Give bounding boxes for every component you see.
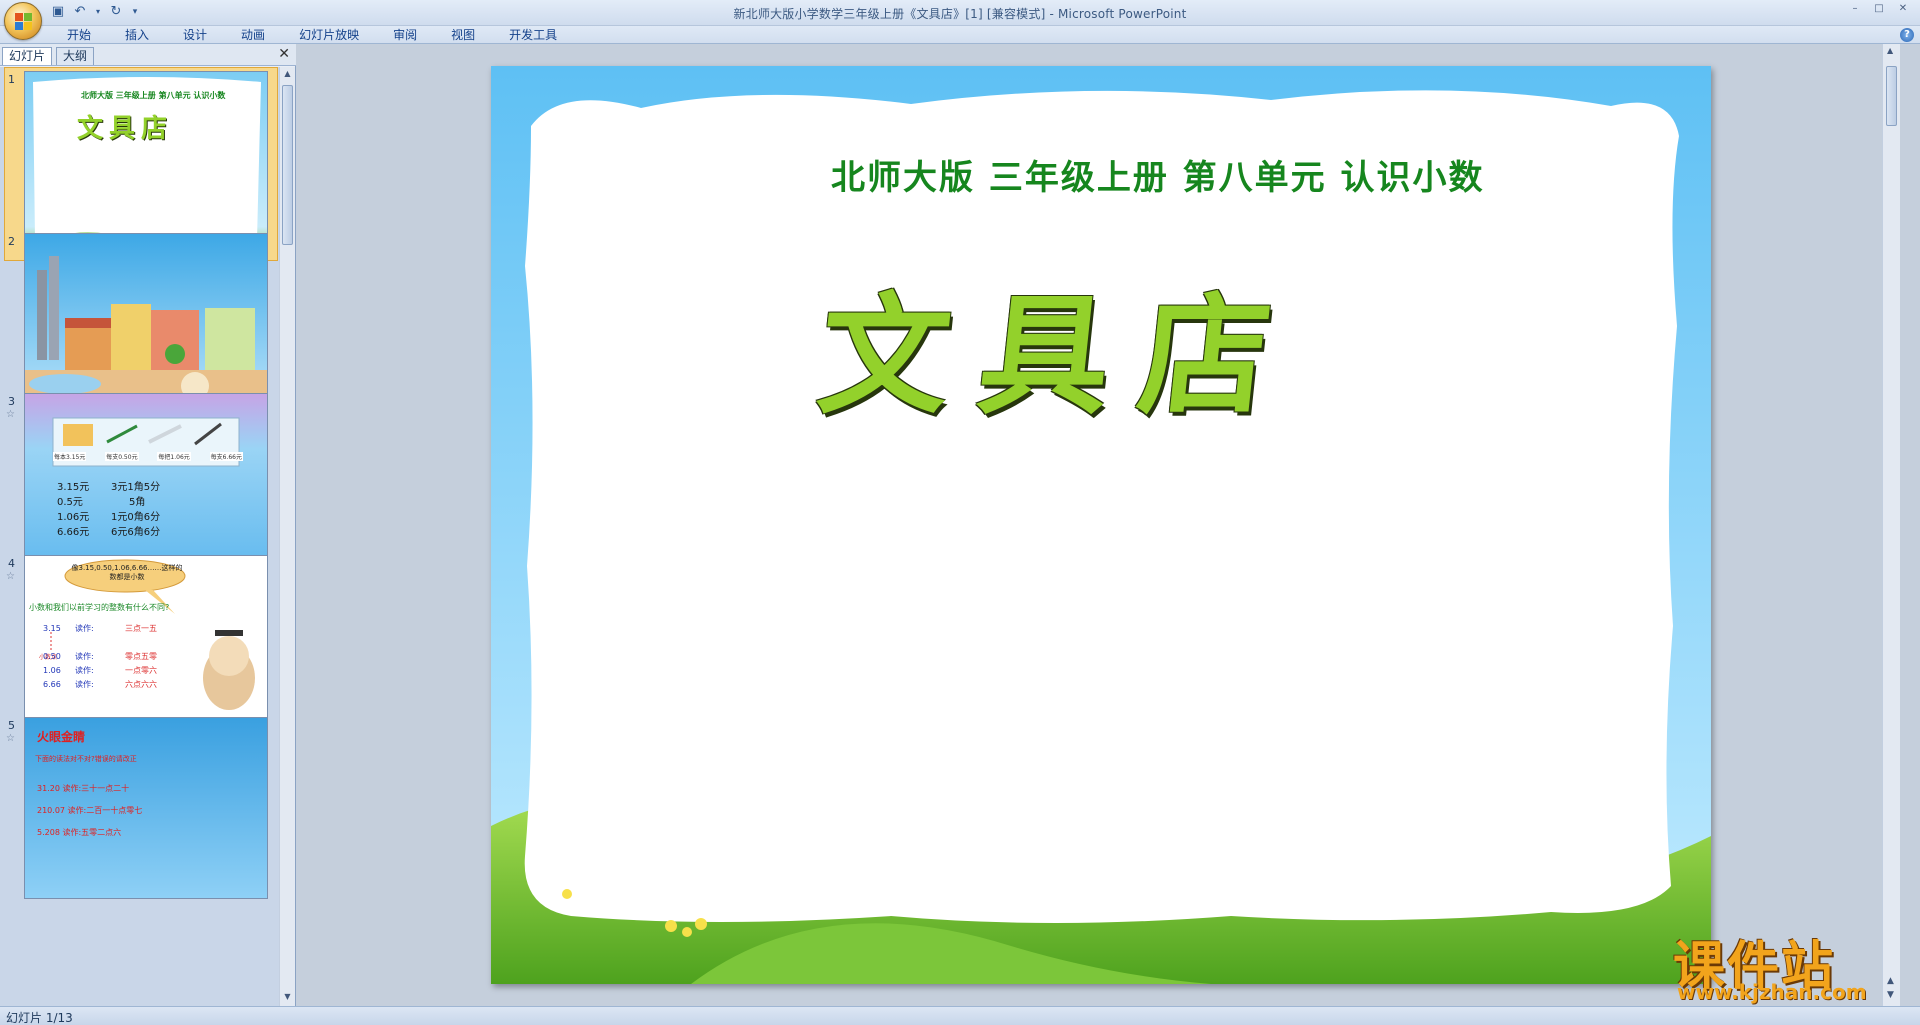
- decimal-reading: 6元6角6分: [111, 527, 161, 538]
- price-tag: 每本3.15元: [53, 452, 87, 461]
- slide-3-thumbnail[interactable]: 每本3.15元 每支0.50元 每把1.06元 每支6.66元 3.15元 3元1…: [24, 393, 268, 575]
- ribbon-tabs-bar: 开始 插入 设计 动画 幻灯片放映 审阅 视图 开发工具 ?: [0, 26, 1920, 44]
- decimal-value: 3.15: [43, 624, 61, 633]
- animation-star-icon: ☆: [6, 571, 15, 582]
- exercise-line: 5.208 读作:五零二点六: [37, 828, 122, 837]
- decimal-reading: 三点一五: [125, 624, 157, 633]
- price-tag: 每把1.06元: [157, 452, 191, 461]
- slide-5-heading: 火眼金睛: [37, 730, 86, 744]
- slide-number: 2: [8, 235, 15, 248]
- price-tag: 每支6.66元: [209, 452, 243, 461]
- decimal-reading: 六点六六: [125, 680, 157, 689]
- ribbon-tabs: 开始 插入 设计 动画 幻灯片放映 审阅 视图 开发工具: [50, 28, 574, 42]
- office-button[interactable]: [4, 2, 42, 40]
- window-title: 新北师大版小学数学三年级上册《文具店》[1] [兼容模式] - Microsof…: [733, 7, 1187, 21]
- decimal-reading: 一点零六: [125, 666, 157, 675]
- slide-5-prompt: 下面的读法对不对?错误的请改正: [35, 755, 137, 763]
- decimal-value: 1.06元: [57, 512, 90, 523]
- minimize-icon[interactable]: –: [1844, 2, 1866, 16]
- slide-2-thumbnail[interactable]: [24, 233, 268, 415]
- exercise-line: 210.07 读作:二百一十点零七: [37, 806, 143, 815]
- decimal-value: 6.66: [43, 680, 61, 689]
- slide-number: 5: [8, 719, 15, 732]
- tab-home[interactable]: 开始: [50, 28, 108, 42]
- tab-view[interactable]: 视图: [434, 28, 492, 42]
- slide-editor: 北师大版 三年级上册 第八单元 认识小数 文具店 ▲ ▲ ▼ 课件站 www.k…: [297, 44, 1900, 1006]
- decimal-value: 0.50: [43, 652, 61, 661]
- slide-1-thumbnail[interactable]: 北师大版 三年级上册 第八单元 认识小数 文具店: [24, 71, 268, 253]
- help-icon[interactable]: ?: [1900, 28, 1914, 42]
- tab-slideshow[interactable]: 幻灯片放映: [282, 28, 376, 42]
- slides-pane: 幻灯片 大纲 ✕ 1 北师大版 三年级上册 第八单元 认识小数 文具店 2 3 …: [0, 44, 296, 1006]
- slide-5-thumbnail[interactable]: 火眼金睛 下面的读法对不对?错误的请改正 31.20 读作:三十一点二十 210…: [24, 717, 268, 899]
- slide-number: 4: [8, 557, 15, 570]
- slide-thumbnail-row[interactable]: 3 ☆ 每本3.15元 每支0.50元 每把1.06元 每支6.66元 3.15…: [0, 393, 280, 579]
- read-as-label: 读作:: [75, 624, 94, 633]
- price-tags: 每本3.15元 每支0.50元 每把1.06元 每支6.66元: [53, 452, 243, 461]
- read-as-label: 读作:: [75, 680, 94, 689]
- status-bar: 幻灯片 1/13: [0, 1006, 1920, 1025]
- animation-star-icon: ☆: [6, 409, 15, 420]
- decimal-reading: 零点五零: [125, 652, 157, 661]
- street-scene-illustration: [25, 234, 267, 414]
- slide-subtitle[interactable]: 北师大版 三年级上册 第八单元 认识小数: [831, 150, 1485, 199]
- close-pane-icon[interactable]: ✕: [278, 46, 290, 62]
- slide-thumbnail-row[interactable]: 4 ☆ 像3.15,0.50,1.06,6.66……这样的数都是小数 小数和我们…: [0, 555, 280, 741]
- tab-developer[interactable]: 开发工具: [492, 28, 574, 42]
- scroll-down-icon[interactable]: ▼: [282, 992, 293, 1004]
- tab-review[interactable]: 审阅: [376, 28, 434, 42]
- slide-5-lines: 31.20 读作:三十一点二十 210.07 读作:二百一十点零七 5.208 …: [37, 778, 142, 844]
- scrollbar-thumb[interactable]: [1886, 66, 1897, 126]
- read-as-label: 读作:: [75, 652, 94, 661]
- scroll-up-icon[interactable]: ▲: [282, 69, 293, 81]
- slide-number: 3: [8, 395, 15, 408]
- title-bar: ▣ ↶ ▾ ↻ ▾ 新北师大版小学数学三年级上册《文具店》[1] [兼容模式] …: [0, 0, 1920, 40]
- decimal-value: 0.5元: [57, 497, 83, 508]
- price-tag: 每支0.50元: [105, 452, 139, 461]
- tab-animations[interactable]: 动画: [224, 28, 282, 42]
- next-slide-icon[interactable]: ▼: [1887, 990, 1894, 1000]
- decimal-reading: 3元1角5分: [111, 482, 161, 493]
- slide-background-art: [491, 66, 1711, 984]
- decimal-reading: 5角: [129, 497, 146, 508]
- tab-outline[interactable]: 大纲: [56, 47, 95, 65]
- slide-number: 1: [8, 73, 15, 86]
- window-controls: – □ ✕: [1844, 2, 1914, 16]
- thumb-title: 文具店: [77, 114, 174, 144]
- current-slide[interactable]: 北师大版 三年级上册 第八单元 认识小数 文具店: [491, 66, 1711, 984]
- slide-4-question: 小数和我们以前学习的整数有什么不同?: [29, 603, 170, 612]
- tab-design[interactable]: 设计: [166, 28, 224, 42]
- scroll-up-icon[interactable]: ▲: [1887, 46, 1893, 55]
- exercise-line: 31.20 读作:三十一点二十: [37, 784, 130, 793]
- slide-thumbnail-row[interactable]: 5 ☆ 火眼金睛 下面的读法对不对?错误的请改正 31.20 读作:三十一点二十…: [0, 717, 280, 903]
- decimal-value: 3.15元: [57, 482, 90, 493]
- decimal-reading: 1元0角6分: [111, 512, 161, 523]
- decimal-value: 6.66元: [57, 527, 90, 538]
- tab-insert[interactable]: 插入: [108, 28, 166, 42]
- office-logo-icon: [15, 13, 33, 31]
- editor-scrollbar[interactable]: ▲ ▲ ▼: [1882, 44, 1900, 1006]
- pane-tab-strip: 幻灯片 大纲 ✕: [0, 44, 296, 66]
- speech-bubble-text: 像3.15,0.50,1.06,6.66……这样的数都是小数: [71, 564, 183, 581]
- decimal-table: 3.15元 3元1角5分 0.5元 5角 1.06元 1元0角6分 6.66元 6元6角…: [57, 480, 160, 540]
- animation-star-icon: ☆: [6, 733, 15, 744]
- slide-title[interactable]: 文具店: [811, 251, 1311, 439]
- decimal-value: 1.06: [43, 666, 61, 675]
- reading-table: 3.15 读作: 三点一五 0.50 读作: 零点五零 1.06 读作: 一点零六 6.66…: [43, 622, 157, 692]
- thumb-subtitle: 北师大版 三年级上册 第八单元 认识小数: [81, 91, 226, 100]
- tab-slides[interactable]: 幻灯片: [2, 47, 53, 65]
- site-watermark: 课件站 www.kjzhan.com: [1673, 924, 1867, 1004]
- read-as-label: 读作:: [75, 666, 94, 675]
- slide-4-thumbnail[interactable]: 像3.15,0.50,1.06,6.66……这样的数都是小数 小数和我们以前学习…: [24, 555, 268, 737]
- slide-thumbnail-list: 1 北师大版 三年级上册 第八单元 认识小数 文具店 2 3 ☆ 每本3.15元…: [0, 67, 280, 1006]
- scrollbar-thumb[interactable]: [282, 85, 293, 245]
- slide-thumbnail-row[interactable]: 2: [0, 233, 280, 419]
- close-icon[interactable]: ✕: [1892, 2, 1914, 16]
- watermark-url: www.kjzhan.com: [1677, 980, 1867, 1004]
- slide-counter: 幻灯片 1/13: [6, 1011, 73, 1025]
- thumbnail-scrollbar[interactable]: ▲ ▼: [279, 67, 295, 1006]
- maximize-icon[interactable]: □: [1868, 2, 1890, 16]
- previous-slide-icon[interactable]: ▲: [1887, 976, 1894, 986]
